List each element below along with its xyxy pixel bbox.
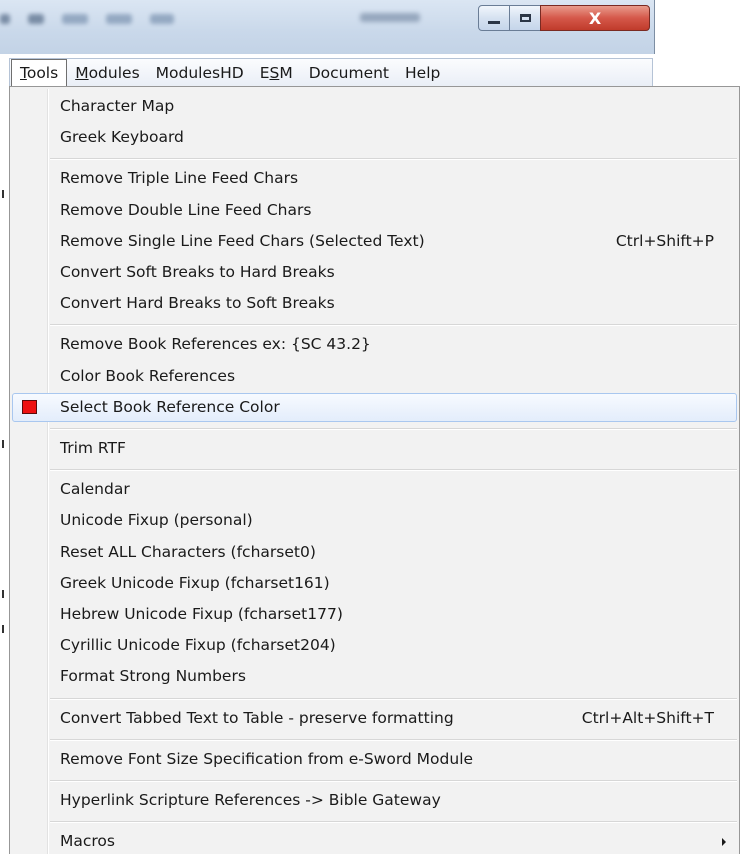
menu-item-label: Calendar bbox=[60, 480, 130, 499]
menu-item-label: Color Book References bbox=[60, 366, 236, 385]
menu-item-label: Cyrillic Unicode Fixup (fcharset204) bbox=[60, 636, 336, 655]
menu-item-label: Convert Hard Breaks to Soft Breaks bbox=[60, 294, 335, 313]
toolbar-icon bbox=[0, 14, 10, 24]
menu-separator bbox=[50, 821, 737, 824]
menubar-modules[interactable]: Modules bbox=[67, 59, 147, 87]
menubar-document[interactable]: Document bbox=[301, 59, 397, 87]
window-titlebar: X bbox=[0, 0, 655, 54]
menu-separator bbox=[50, 469, 737, 472]
menubar-label-rest: ools bbox=[26, 64, 59, 82]
menu-item-label: Hyperlink Scripture References -> Bible … bbox=[60, 791, 441, 809]
menu-separator bbox=[50, 324, 737, 327]
menu-item-label: Format Strong Numbers bbox=[60, 667, 246, 686]
menu-item-select-book-reference-color[interactable]: Select Book Reference Color bbox=[12, 392, 737, 422]
menu-separator bbox=[50, 158, 737, 161]
menubar-help[interactable]: Help bbox=[397, 59, 448, 87]
background-edge-mark bbox=[2, 590, 4, 598]
menu-item-shortcut: Ctrl+Shift+P bbox=[615, 231, 714, 250]
menubar-label-rest: M bbox=[279, 64, 293, 82]
menu-item-color-book-references[interactable]: Color Book References bbox=[12, 362, 737, 391]
menu-item-label: Character Map bbox=[60, 97, 175, 115]
menu-item-format-strong-numbers[interactable]: Format Strong Numbers bbox=[12, 662, 737, 691]
background-edge-mark bbox=[2, 190, 4, 198]
menubar-label-rest: odules bbox=[88, 64, 140, 82]
tools-menu-dropdown: Character Map Greek Keyboard Remove Triple… bbox=[9, 86, 740, 854]
menu-item-label: Unicode Fixup (personal) bbox=[60, 511, 253, 530]
menu-item-remove-double-line-feed-chars[interactable]: Remove Double Line Feed Chars bbox=[12, 196, 737, 225]
submenu-arrow-icon bbox=[722, 838, 726, 847]
menu-item-convert-tabbed-text-to-table-preserve-formatting[interactable]: Convert Tabbed Text to Table - preserve … bbox=[12, 704, 737, 733]
menu-item-remove-single-line-feed-chars-selected-text[interactable]: Remove Single Line Feed Chars (Selected … bbox=[12, 227, 737, 256]
quick-access-toolbar bbox=[0, 10, 330, 28]
menubar-label-rest: Help bbox=[405, 64, 441, 82]
menu-item-label: Greek Keyboard bbox=[60, 128, 184, 147]
menu-item-trim-rtf[interactable]: Trim RTF bbox=[12, 434, 737, 463]
menubar-label-prefix: E bbox=[259, 64, 270, 82]
menu-item-label: Remove Double Line Feed Chars bbox=[60, 200, 312, 219]
toolbar-icon bbox=[62, 14, 88, 24]
menu-item-calendar[interactable]: Calendar bbox=[12, 475, 737, 504]
menu-item-remove-triple-line-feed-chars[interactable]: Remove Triple Line Feed Chars bbox=[12, 164, 737, 193]
menubar-label-rest: ModulesHD bbox=[155, 64, 244, 82]
menu-separator bbox=[50, 428, 737, 430]
menu-item-label: Convert Soft Breaks to Hard Breaks bbox=[60, 263, 335, 281]
maximize-icon bbox=[519, 14, 531, 22]
color-swatch-icon bbox=[22, 399, 37, 414]
menu-bar: Tools Modules ModulesHD ESM Document Help bbox=[9, 58, 653, 88]
menubar-moduleshd[interactable]: ModulesHD bbox=[148, 59, 252, 87]
minimize-icon bbox=[488, 20, 500, 24]
toolbar-icon bbox=[106, 14, 132, 24]
background-edge-mark bbox=[2, 625, 4, 633]
menu-item-greek-unicode-fixup-fcharset161[interactable]: Greek Unicode Fixup (fcharset161) bbox=[12, 569, 737, 598]
close-button[interactable]: X bbox=[540, 5, 650, 31]
maximize-button[interactable] bbox=[509, 5, 541, 31]
menu-item-label: Trim RTF bbox=[60, 439, 126, 457]
menu-item-character-map[interactable]: Character Map bbox=[12, 92, 737, 121]
toolbar-icon bbox=[28, 14, 44, 24]
menu-separator bbox=[50, 780, 737, 782]
menu-item-label: Select Book Reference Color bbox=[60, 397, 280, 416]
menubar-tools[interactable]: Tools bbox=[11, 59, 68, 87]
menu-item-remove-book-references-ex-sc-43-2[interactable]: Remove Book References ex: {SC 43.2} bbox=[12, 330, 737, 359]
menu-item-label: Remove Font Size Specification from e-Sw… bbox=[60, 749, 474, 768]
menu-item-convert-hard-breaks-to-soft-breaks[interactable]: Convert Hard Breaks to Soft Breaks bbox=[12, 289, 737, 318]
menubar-mnemonic: M bbox=[75, 64, 89, 82]
menu-item-label: Hebrew Unicode Fixup (fcharset177) bbox=[60, 605, 343, 623]
menu-item-label: Greek Unicode Fixup (fcharset161) bbox=[60, 573, 330, 592]
menu-item-macros[interactable]: Macros bbox=[12, 827, 737, 856]
menu-item-hebrew-unicode-fixup-fcharset177[interactable]: Hebrew Unicode Fixup (fcharset177) bbox=[12, 600, 737, 629]
toolbar-icon bbox=[150, 14, 174, 24]
menu-item-label: Remove Triple Line Feed Chars bbox=[60, 169, 299, 188]
minimize-button[interactable] bbox=[478, 5, 510, 31]
background-edge-mark bbox=[2, 440, 4, 448]
menu-item-reset-all-characters-fcharset0[interactable]: Reset ALL Characters (fcharset0) bbox=[12, 538, 737, 567]
menubar-label-rest: Document bbox=[308, 64, 390, 82]
menu-item-label: Remove Book References ex: {SC 43.2} bbox=[60, 335, 371, 354]
menu-item-label: Reset ALL Characters (fcharset0) bbox=[60, 542, 316, 561]
menubar-esm[interactable]: ESM bbox=[252, 59, 301, 87]
menu-separator bbox=[50, 738, 737, 741]
menu-item-shortcut: Ctrl+Alt+Shift+T bbox=[581, 708, 714, 727]
menu-item-unicode-fixup-personal[interactable]: Unicode Fixup (personal) bbox=[12, 506, 737, 535]
close-icon: X bbox=[588, 8, 602, 28]
menu-item-hyperlink-scripture-references-bible-gateway[interactable]: Hyperlink Scripture References -> Bible … bbox=[12, 786, 737, 815]
window-title bbox=[360, 13, 420, 22]
menu-item-cyrillic-unicode-fixup-fcharset204[interactable]: Cyrillic Unicode Fixup (fcharset204) bbox=[12, 631, 737, 660]
menu-item-label: Macros bbox=[60, 832, 115, 851]
menubar-mnemonic: S bbox=[269, 64, 280, 82]
menu-separator bbox=[50, 697, 737, 700]
menubar-mnemonic: T bbox=[20, 64, 27, 82]
menu-item-label: Convert Tabbed Text to Table - preserve … bbox=[60, 708, 454, 727]
menu-item-label: Remove Single Line Feed Chars (Selected … bbox=[60, 231, 425, 250]
menu-item-greek-keyboard[interactable]: Greek Keyboard bbox=[12, 123, 737, 152]
menu-item-convert-soft-breaks-to-hard-breaks[interactable]: Convert Soft Breaks to Hard Breaks bbox=[12, 258, 737, 287]
menu-item-remove-font-size-specification-from-e-sword-module[interactable]: Remove Font Size Specification from e-Sw… bbox=[12, 745, 737, 774]
